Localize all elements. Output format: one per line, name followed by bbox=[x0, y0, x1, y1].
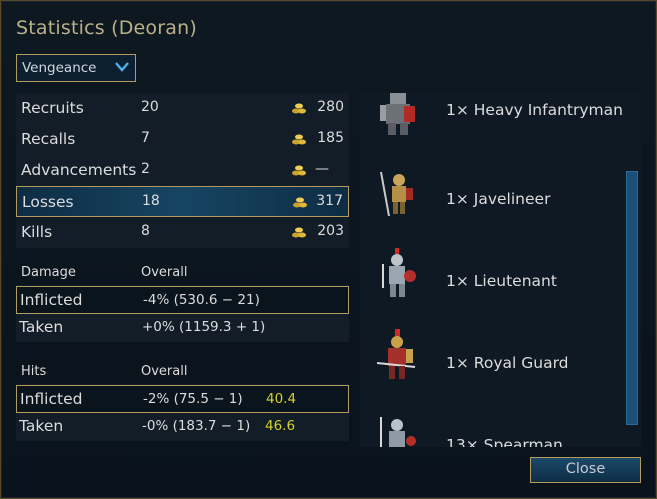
hits-taken-row: Taken -0% (183.7 − 1) 46.6 bbox=[16, 413, 349, 441]
heavy-infantryman-sprite bbox=[380, 93, 415, 135]
stats-row-recalls: Recalls 7 185 bbox=[16, 124, 349, 155]
stats-panel: Recruits 20 280 Recalls 7 185 Advancemen… bbox=[16, 93, 349, 248]
unit-list-item[interactable]: 1× Heavy Infantryman bbox=[360, 93, 625, 163]
stat-count: 18 bbox=[142, 193, 160, 209]
damage-panel: Inflicted -4% (530.6 − 21) Taken +0% (11… bbox=[16, 285, 349, 342]
stats-row-losses[interactable]: Losses 18 317 bbox=[16, 186, 349, 217]
damage-inflicted-row[interactable]: Inflicted -4% (530.6 − 21) bbox=[16, 286, 349, 314]
stat-cost: 203 bbox=[317, 223, 344, 239]
gold-icon bbox=[292, 227, 306, 238]
unit-list-item[interactable]: 1× Lieutenant bbox=[360, 245, 625, 327]
hits-panel: Inflicted -2% (75.5 − 1) 40.4 Taken -0% … bbox=[16, 384, 349, 441]
stat-count: 8 bbox=[141, 223, 150, 239]
hits-header: Hits bbox=[21, 364, 47, 379]
stat-label: Recalls bbox=[21, 130, 76, 148]
unit-name: 1× Lieutenant bbox=[446, 272, 557, 290]
gold-icon bbox=[293, 197, 307, 208]
royal-guard-sprite bbox=[376, 329, 416, 379]
stat-label: Recruits bbox=[21, 99, 84, 117]
gold-icon bbox=[292, 103, 306, 114]
unit-list-item[interactable]: 1× Javelineer bbox=[360, 163, 625, 245]
damage-inflicted-value: -4% (530.6 − 21) bbox=[143, 292, 260, 308]
chevron-down-icon bbox=[115, 62, 129, 72]
dialog-title: Statistics (Deoran) bbox=[16, 17, 197, 39]
hits-taken-label: Taken bbox=[19, 417, 64, 435]
damage-taken-value: +0% (1159.3 + 1) bbox=[142, 319, 266, 335]
unit-list[interactable]: 1× Heavy Infantryman 1× Javelineer 1× Li… bbox=[360, 93, 641, 447]
dropdown-selected: Vengeance bbox=[22, 60, 97, 76]
hits-taken-value: -0% (183.7 − 1) bbox=[142, 418, 251, 434]
unit-name: 13× Spearman bbox=[446, 436, 563, 447]
hits-taken-cth: 46.6 bbox=[265, 418, 296, 434]
unit-name: 1× Heavy Infantryman bbox=[446, 101, 623, 119]
gold-icon bbox=[292, 134, 306, 145]
stat-cost: 317 bbox=[316, 193, 343, 209]
stat-label: Advancements bbox=[21, 161, 137, 179]
hits-inflicted-cth: 40.4 bbox=[266, 391, 297, 407]
hits-inflicted-label: Inflicted bbox=[20, 390, 83, 408]
stat-cost: 185 bbox=[317, 130, 344, 146]
stats-row-recruits: Recruits 20 280 bbox=[16, 93, 349, 124]
javelineer-sprite bbox=[380, 171, 413, 217]
unit-list-item[interactable]: 1× Royal Guard bbox=[360, 327, 625, 409]
stat-count: 7 bbox=[141, 130, 150, 146]
scenario-dropdown[interactable]: Vengeance bbox=[16, 54, 136, 82]
gold-icon bbox=[292, 165, 306, 176]
damage-header: Damage bbox=[21, 265, 76, 280]
stat-count: 20 bbox=[141, 99, 159, 115]
stat-label: Kills bbox=[21, 223, 53, 241]
unit-list-item[interactable]: 13× Spearman bbox=[360, 409, 625, 447]
stat-cost: 280 bbox=[317, 99, 344, 115]
spearman-sprite bbox=[380, 417, 416, 447]
hits-inflicted-value: -2% (75.5 − 1) bbox=[143, 391, 243, 407]
close-button[interactable]: Close bbox=[530, 457, 641, 483]
lieutenant-sprite bbox=[382, 248, 416, 297]
hits-inflicted-row[interactable]: Inflicted -2% (75.5 − 1) 40.4 bbox=[16, 385, 349, 413]
stats-row-advancements: Advancements 2 — bbox=[16, 155, 349, 186]
stat-cost: — bbox=[315, 161, 329, 177]
stats-row-kills: Kills 8 203 bbox=[16, 217, 349, 248]
unit-list-scrollbar[interactable] bbox=[626, 171, 638, 425]
damage-column-header: Overall bbox=[141, 265, 188, 280]
unit-name: 1× Javelineer bbox=[446, 190, 551, 208]
stat-label: Losses bbox=[22, 193, 74, 211]
damage-taken-label: Taken bbox=[19, 318, 64, 336]
unit-name: 1× Royal Guard bbox=[446, 354, 569, 372]
damage-taken-row: Taken +0% (1159.3 + 1) bbox=[16, 314, 349, 342]
stat-count: 2 bbox=[141, 161, 150, 177]
hits-column-header: Overall bbox=[141, 364, 188, 379]
damage-inflicted-label: Inflicted bbox=[20, 291, 83, 309]
statistics-dialog: Statistics (Deoran) Vengeance Recruits 2… bbox=[0, 0, 657, 499]
